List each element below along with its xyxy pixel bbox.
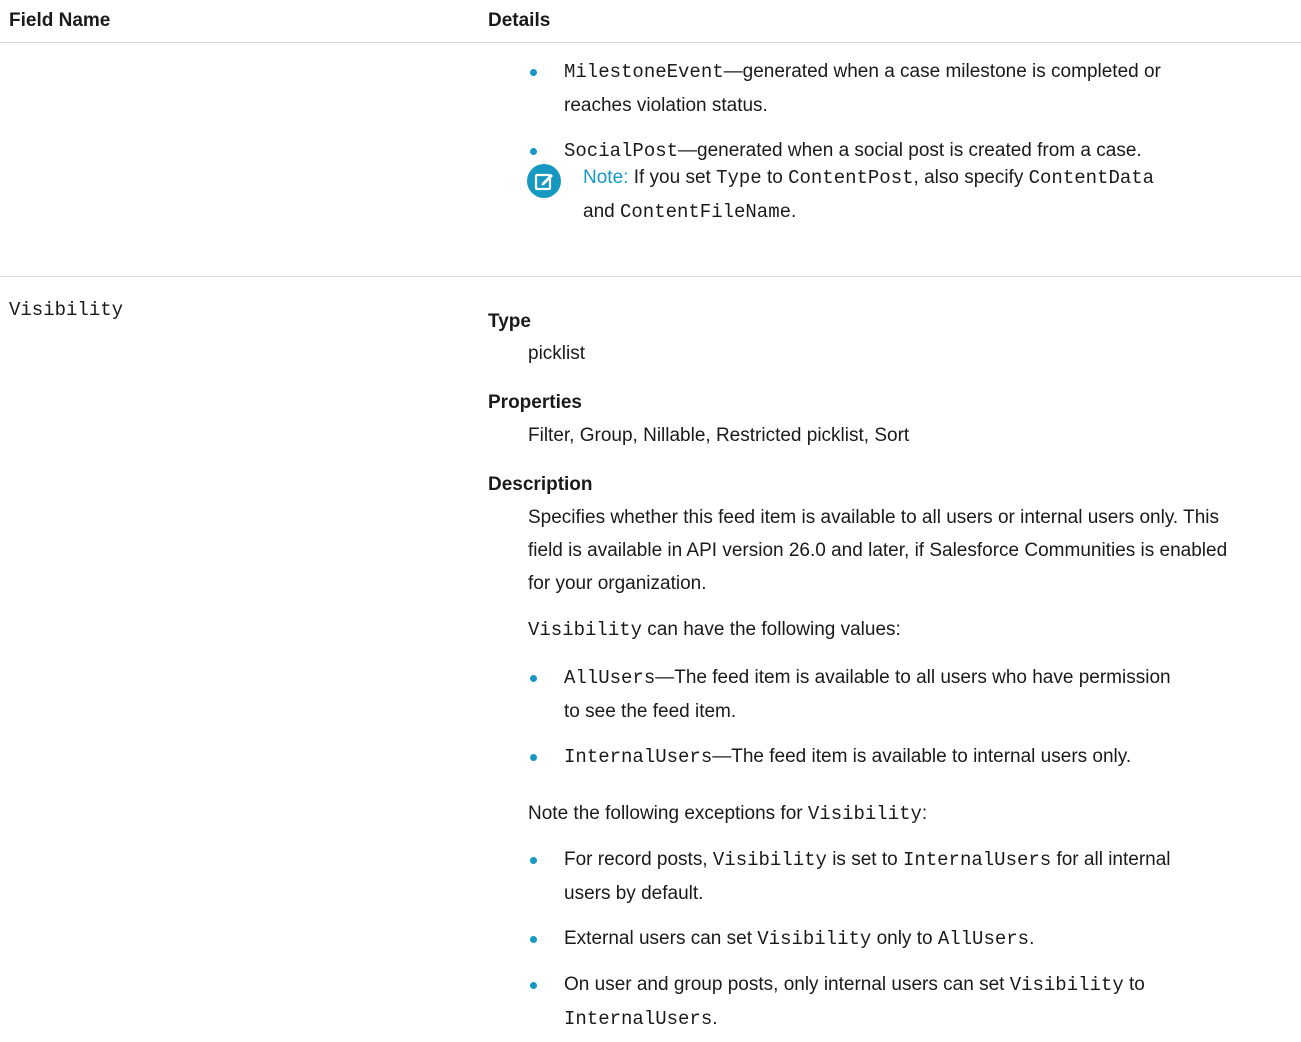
code-internalusers: InternalUsers bbox=[564, 1008, 713, 1030]
value-description: —generated when a social post is created… bbox=[678, 140, 1142, 161]
exceptions-intro: Note the following exceptions for Visibi… bbox=[528, 797, 1293, 831]
list-item: AllUsers—The feed item is available to a… bbox=[488, 661, 1298, 728]
note-text: Note: If you set Type to ContentPost, al… bbox=[583, 161, 1298, 229]
list-item: MilestoneEvent—generated when a case mil… bbox=[488, 55, 1298, 122]
exception-text: to bbox=[1123, 974, 1145, 995]
code-allusers: AllUsers bbox=[937, 928, 1030, 950]
description-label: Description bbox=[488, 474, 593, 495]
properties-value: Filter, Group, Nillable, Restricted pick… bbox=[528, 425, 910, 446]
list-item: On user and group posts, only internal u… bbox=[488, 968, 1298, 1036]
edit-note-icon bbox=[527, 164, 561, 198]
code-type: Type bbox=[716, 167, 762, 189]
code-visibility: Visibility bbox=[757, 928, 872, 950]
note-text-part: If you set bbox=[628, 167, 717, 188]
table-row: MilestoneEvent—generated when a case mil… bbox=[0, 43, 1301, 277]
exception-text: for all internal bbox=[1051, 849, 1171, 870]
visibility-values-list: AllUsers—The feed item is available to a… bbox=[488, 661, 1298, 774]
value-description-continued: to see the feed item. bbox=[564, 701, 737, 722]
list-item: For record posts, Visibility is set to I… bbox=[488, 843, 1298, 910]
value-code: SocialPost bbox=[564, 140, 679, 162]
description-line: for your organization. bbox=[528, 573, 707, 594]
list-item: External users can set Visibility only t… bbox=[488, 922, 1298, 956]
type-label: Type bbox=[488, 311, 531, 332]
description-line: Specifies whether this feed item is avai… bbox=[528, 507, 1220, 528]
note-text-part: . bbox=[791, 201, 797, 222]
type-value: picklist bbox=[528, 343, 586, 364]
table-row: Visibility Type picklist Properties Filt… bbox=[0, 277, 1301, 1042]
value-description-continued: reaches violation status. bbox=[564, 95, 768, 116]
properties-label: Properties bbox=[488, 392, 582, 413]
value-code: MilestoneEvent bbox=[564, 61, 724, 83]
note-text-part: to bbox=[761, 167, 789, 188]
exceptions-intro-end: : bbox=[921, 803, 928, 824]
exception-text: On user and group posts, only internal u… bbox=[564, 974, 1010, 995]
code-visibility: Visibility bbox=[712, 849, 827, 871]
value-code: InternalUsers bbox=[564, 746, 713, 768]
code-visibility: Visibility bbox=[1009, 974, 1124, 996]
code-contentfilename: ContentFileName bbox=[619, 201, 792, 223]
field-name-column-header: Field Name bbox=[9, 10, 111, 31]
code-visibility: Visibility bbox=[528, 619, 643, 641]
exception-text: External users can set bbox=[564, 928, 758, 949]
values-intro: Visibility can have the following values… bbox=[528, 613, 1293, 647]
code-contentdata: ContentData bbox=[1028, 167, 1155, 189]
values-intro-text: can have the following values: bbox=[642, 619, 901, 640]
type-values-list: MilestoneEvent—generated when a case mil… bbox=[488, 55, 1298, 168]
code-visibility: Visibility bbox=[807, 803, 922, 825]
value-description: —generated when a case milestone is comp… bbox=[723, 61, 1161, 82]
note-text-part: , also specify bbox=[913, 167, 1029, 188]
code-internalusers: InternalUsers bbox=[902, 849, 1052, 871]
table-header: Field Name Details bbox=[0, 0, 1301, 43]
description-line: field is available in API version 26.0 a… bbox=[528, 540, 1228, 561]
exception-text: . bbox=[1029, 928, 1035, 949]
note-label: Note: bbox=[583, 167, 629, 188]
list-item: InternalUsers—The feed item is available… bbox=[488, 740, 1298, 774]
value-description: —The feed item is available to all users… bbox=[655, 667, 1171, 688]
note-text-part: and bbox=[583, 201, 620, 222]
exception-text: . bbox=[712, 1008, 718, 1029]
exception-text: only to bbox=[871, 928, 938, 949]
exceptions-list: For record posts, Visibility is set to I… bbox=[488, 843, 1298, 1036]
value-description: —The feed item is available to internal … bbox=[712, 746, 1132, 767]
field-name-visibility: Visibility bbox=[9, 299, 124, 321]
exception-text: For record posts, bbox=[564, 849, 713, 870]
exception-text: is set to bbox=[826, 849, 903, 870]
exceptions-intro-text: Note the following exceptions for bbox=[528, 803, 808, 824]
code-contentpost: ContentPost bbox=[788, 167, 914, 189]
exception-text-continued: users by default. bbox=[564, 883, 704, 904]
value-code: AllUsers bbox=[564, 667, 656, 689]
details-column-header: Details bbox=[488, 10, 551, 31]
description-text: Specifies whether this feed item is avai… bbox=[528, 501, 1293, 600]
